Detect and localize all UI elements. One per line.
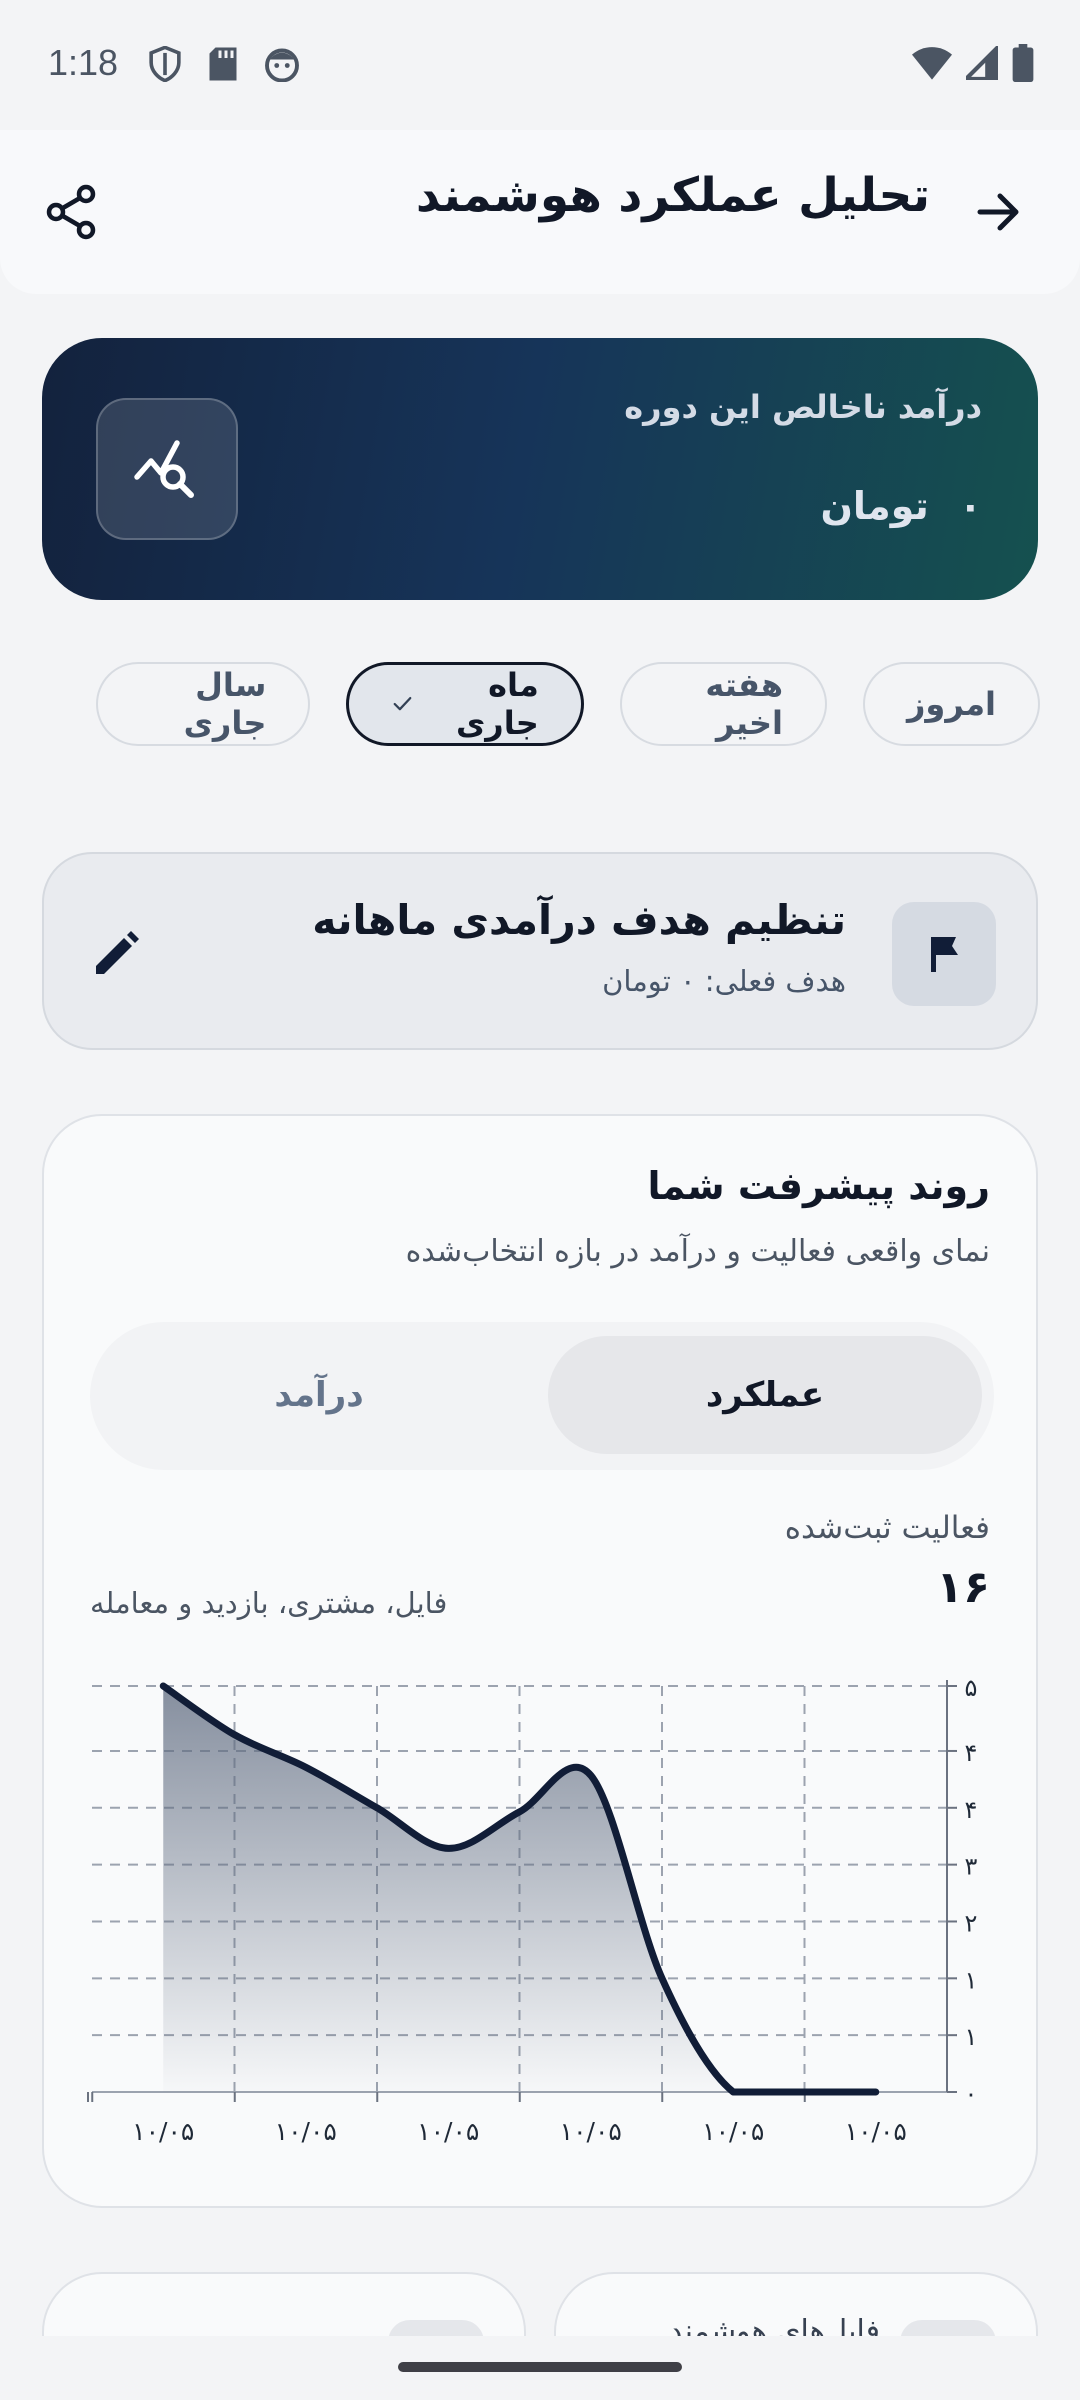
- monthly-goal-card[interactable]: تنظیم هدف درآمدی ماهانه هدف فعلی: ۰ توما…: [42, 852, 1038, 1050]
- y-tick-label: ۳: [965, 1853, 978, 1881]
- status-bar: 1:18: [0, 0, 1080, 130]
- face-icon: [265, 48, 299, 82]
- period-filter-chips: امروز هفته اخیر ماه جاری سال جاری: [96, 662, 1040, 748]
- gross-income-currency: تومان: [820, 484, 929, 528]
- x-tick-label: ۱۰/۰۵: [845, 2117, 907, 2146]
- gross-income-value: ۰ تومان: [820, 484, 982, 528]
- gross-income-amount: ۰: [958, 484, 982, 528]
- query-stats-icon: [134, 440, 194, 498]
- y-tick-label: ۱: [965, 2023, 978, 2051]
- x-tick-label: ۱۰/۰۵: [417, 2117, 479, 2146]
- chart-mode-toggle: عملکرد درآمد: [90, 1322, 994, 1470]
- app-bar: تحلیل عملکرد هوشمند: [0, 130, 1080, 294]
- x-tick-label: ۱۰/۰۵: [132, 2117, 194, 2146]
- analytics-icon-box: [96, 398, 238, 540]
- arrow-right-icon[interactable]: [966, 180, 1030, 244]
- chip-current-month[interactable]: ماه جاری: [346, 662, 584, 746]
- progress-trend-card: روند پیشرفت شما نمای واقعی فعالیت و درآم…: [42, 1114, 1038, 2208]
- y-tick-label: ۴: [965, 1796, 978, 1824]
- x-tick-label: ۱۰/۰۵: [560, 2117, 622, 2146]
- goal-current: هدف فعلی: ۰ تومان: [602, 964, 846, 998]
- progress-title: روند پیشرفت شما: [647, 1164, 990, 1208]
- tab-performance[interactable]: عملکرد: [548, 1336, 982, 1454]
- chip-last-week[interactable]: هفته اخیر: [619, 662, 827, 746]
- goal-title: تنظیم هدف درآمدی ماهانه: [312, 896, 846, 944]
- chip-label: هفته اخیر: [705, 666, 783, 742]
- shield-icon: [149, 46, 181, 82]
- x-tick-label: ۱۰/۰۵: [275, 2117, 337, 2146]
- check-icon: [393, 696, 412, 711]
- activity-label: فعالیت ثبت‌شده: [784, 1510, 990, 1546]
- chip-label: ماه جاری: [455, 666, 539, 742]
- share-icon[interactable]: [40, 180, 104, 244]
- gesture-nav-handle[interactable]: [398, 2362, 682, 2372]
- tab-income[interactable]: درآمد: [102, 1336, 536, 1454]
- signal-icon: [966, 46, 998, 80]
- gross-income-card: درآمد ناخالص این دوره ۰ تومان: [42, 338, 1038, 600]
- battery-icon: [1012, 44, 1034, 82]
- y-tick-label: ۰: [965, 2080, 978, 2108]
- page-title: تحلیل عملکرد هوشمند: [415, 168, 930, 223]
- chip-today[interactable]: امروز: [863, 662, 1040, 746]
- status-notification-icons: [148, 46, 300, 82]
- x-tick-label: ۱۰/۰۵: [702, 2117, 764, 2146]
- y-tick-label: ۱: [965, 1966, 978, 1994]
- chip-current-year[interactable]: سال جاری: [96, 662, 311, 746]
- goal-icon-box: [892, 902, 996, 1006]
- flag-icon: [931, 937, 958, 972]
- activity-description: فایل، مشتری، بازدید و معامله: [90, 1586, 448, 1620]
- y-tick-label: ۵: [965, 1674, 978, 1702]
- status-time: 1:18: [48, 42, 119, 83]
- edit-pencil-icon[interactable]: [86, 924, 146, 984]
- sd-card-icon: [209, 47, 237, 81]
- status-system-icons: [912, 44, 1034, 82]
- chip-label: سال جاری: [183, 666, 267, 742]
- wifi-icon: [912, 47, 952, 80]
- activity-count: ۱۶: [936, 1562, 990, 1613]
- activity-area-chart: ۰ ۱ ۱ ۲ ۳ ۴ ۴ ۵ ۱۰/۰۵ ۱۰/۰۵ ۱۰/۰۵ ۱۰/۰۵ ۱۰/۰۵ ۱۰/۰۵: [87, 1674, 978, 2146]
- gross-income-label: درآمد ناخالص این دوره: [624, 388, 982, 426]
- progress-subtitle: نمای واقعی فعالیت و درآمد در بازه انتخاب…: [405, 1234, 990, 1269]
- y-tick-label: ۴: [965, 1739, 978, 1767]
- y-tick-label: ۲: [965, 1909, 978, 1937]
- chip-label: امروز: [907, 685, 996, 723]
